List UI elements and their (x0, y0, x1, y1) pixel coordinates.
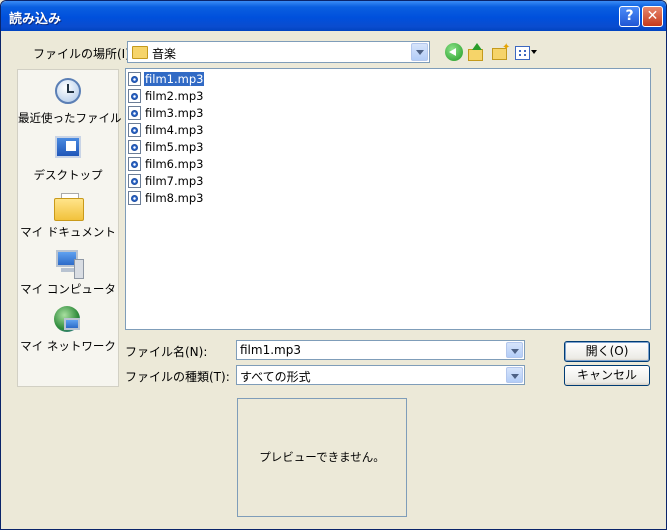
audio-file-icon (128, 72, 141, 86)
file-name: film5.mp3 (145, 140, 204, 154)
file-name: film7.mp3 (145, 174, 204, 188)
recent-documents-icon (52, 76, 84, 108)
filetype-dropdown[interactable]: すべての形式 (236, 365, 525, 385)
my-network-icon (52, 304, 84, 336)
window-title: 読み込み (9, 12, 62, 27)
place-my-network[interactable]: マイ ネットワーク (18, 304, 118, 354)
place-label: デスクトップ (33, 168, 103, 182)
audio-file-icon (128, 174, 141, 188)
file-list[interactable]: film1.mp3 film2.mp3 film3.mp3 film4.mp3 … (125, 68, 651, 330)
file-name: film4.mp3 (145, 123, 204, 137)
audio-file-icon (128, 157, 141, 171)
place-label: マイ ドキュメント (20, 225, 116, 239)
place-my-documents[interactable]: マイ ドキュメント (18, 190, 118, 240)
chevron-down-icon[interactable] (506, 342, 523, 358)
lookin-value: 音楽 (152, 47, 177, 61)
preview-pane: プレビューできません。 (237, 398, 407, 517)
places-bar: 最近使ったファイル デスクトップ マイ ドキュメント マイ コンピュータ マイ … (17, 69, 122, 387)
views-menu-icon[interactable] (514, 43, 538, 61)
open-dialog: 読み込み ? ✕ ファイルの場所(I): 音楽 ✦ 最近使ったファイル デスクト… (0, 0, 667, 530)
place-label: マイ コンピュータ (20, 282, 116, 296)
file-name: film8.mp3 (145, 191, 204, 205)
place-my-computer[interactable]: マイ コンピュータ (18, 247, 118, 297)
chevron-down-icon[interactable] (506, 367, 523, 383)
chevron-down-icon[interactable] (411, 43, 428, 61)
lookin-dropdown[interactable]: 音楽 (127, 41, 430, 63)
lookin-label: ファイルの場所(I): (33, 47, 134, 61)
my-documents-icon (52, 190, 84, 222)
filename-input[interactable]: film1.mp3 (240, 343, 301, 357)
up-folder-icon[interactable] (467, 43, 485, 61)
filename-label: ファイル名(N): (125, 345, 208, 359)
title-bar[interactable]: 読み込み ? ✕ (1, 1, 666, 31)
filename-combo[interactable]: film1.mp3 (236, 340, 525, 360)
file-name: film1.mp3 (142, 71, 206, 87)
place-desktop[interactable]: デスクトップ (18, 133, 118, 183)
place-recent[interactable]: 最近使ったファイル (18, 76, 122, 126)
desktop-icon (52, 133, 84, 165)
file-name: film6.mp3 (145, 157, 204, 171)
close-icon: ✕ (646, 8, 659, 24)
place-label: 最近使ったファイル (18, 111, 122, 125)
audio-file-icon (128, 191, 141, 205)
preview-message: プレビューできません。 (259, 450, 385, 464)
help-icon: ? (625, 8, 634, 24)
filetype-label: ファイルの種類(T): (125, 370, 230, 384)
my-computer-icon (52, 247, 84, 279)
filetype-value: すべての形式 (240, 370, 311, 384)
open-button[interactable]: 開く(O) (564, 341, 650, 362)
cancel-button[interactable]: キャンセル (564, 365, 650, 386)
audio-file-icon (128, 106, 141, 120)
file-name: film2.mp3 (145, 89, 204, 103)
help-button[interactable]: ? (619, 6, 640, 27)
audio-file-icon (128, 123, 141, 137)
close-button[interactable]: ✕ (642, 6, 663, 27)
new-folder-icon[interactable]: ✦ (491, 43, 510, 61)
audio-file-icon (128, 89, 141, 103)
folder-icon (132, 46, 148, 59)
place-label: マイ ネットワーク (20, 339, 116, 353)
audio-file-icon (128, 140, 141, 154)
file-name: film3.mp3 (145, 106, 204, 120)
back-icon[interactable] (445, 43, 463, 61)
